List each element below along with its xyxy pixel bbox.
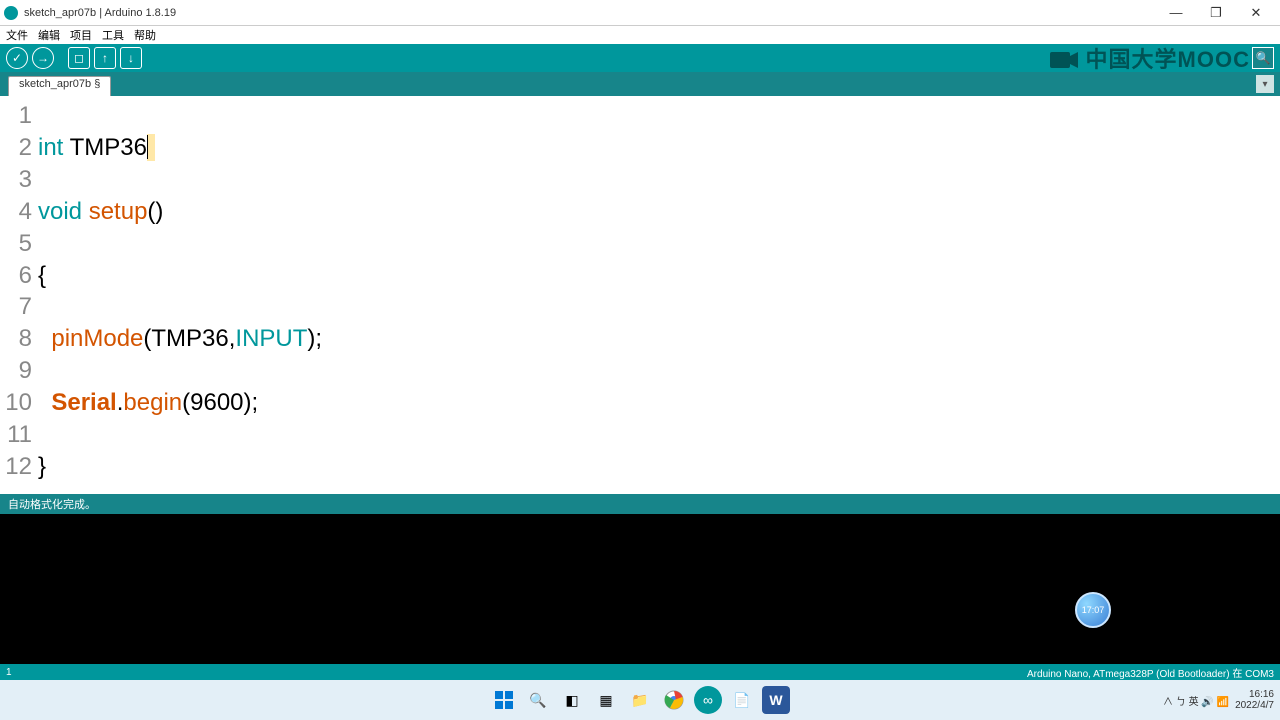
system-tray: ∧ ㄅ 英 🔊 📶 16:16 2022/4/7 (1163, 680, 1274, 720)
open-button[interactable]: ↑ (94, 47, 116, 69)
code-area[interactable]: int TMP36 void setup() { pinMode(TMP36,I… (38, 96, 1280, 494)
menu-sketch[interactable]: 项目 (70, 27, 92, 43)
maximize-button[interactable]: ❐ (1196, 0, 1236, 26)
menu-help[interactable]: 帮助 (134, 27, 156, 43)
chrome-icon[interactable] (660, 686, 688, 714)
arduino-taskbar-icon[interactable]: ∞ (694, 686, 722, 714)
minimize-button[interactable]: — (1156, 0, 1196, 26)
line-gutter: 123 456 789 101112 (0, 96, 38, 494)
search-icon[interactable]: 🔍 (524, 686, 552, 714)
build-status: 自动格式化完成。 (0, 494, 1280, 514)
menu-edit[interactable]: 编辑 (38, 27, 60, 43)
toolbar: ✓ → ◻ ↑ ↓ 🔍 中国大学MOOC (0, 44, 1280, 72)
task-view-icon[interactable]: ◧ (558, 686, 586, 714)
code-editor[interactable]: 123 456 789 101112 int TMP36 void setup(… (0, 96, 1280, 494)
widgets-icon[interactable]: ▦ (592, 686, 620, 714)
notepad-icon[interactable]: 📄 (728, 686, 756, 714)
status-line-number: 1 (6, 667, 12, 678)
status-message: 自动格式化完成。 (8, 499, 96, 511)
taskbar-clock[interactable]: 16:16 2022/4/7 (1235, 689, 1274, 711)
watermark: 中国大学MOOC (1050, 42, 1250, 76)
editor-tab[interactable]: sketch_apr07b § (8, 76, 111, 96)
windows-taskbar: 🔍 ◧ ▦ 📁 ∞ 📄 W ∧ ㄅ 英 🔊 📶 16:16 2022/4/7 (0, 680, 1280, 720)
tab-menu-button[interactable]: ▾ (1256, 75, 1274, 93)
window-title: sketch_apr07b | Arduino 1.8.19 (24, 7, 176, 19)
new-button[interactable]: ◻ (68, 47, 90, 69)
tab-strip: sketch_apr07b § ▾ (0, 72, 1280, 96)
output-console[interactable] (0, 514, 1280, 664)
upload-button[interactable]: → (32, 47, 54, 69)
menu-bar: 文件 编辑 项目 工具 帮助 (0, 26, 1280, 44)
tray-icons[interactable]: ∧ ㄅ 英 🔊 📶 (1163, 693, 1229, 708)
menu-tools[interactable]: 工具 (102, 27, 124, 43)
menu-file[interactable]: 文件 (6, 27, 28, 43)
timer-overlay[interactable]: 17:07 (1075, 592, 1111, 628)
app-icon (4, 6, 18, 20)
board-port-info: Arduino Nano, ATmega328P (Old Bootloader… (1027, 665, 1274, 680)
window-titlebar: sketch_apr07b | Arduino 1.8.19 — ❐ ✕ (0, 0, 1280, 26)
timer-value: 17:07 (1082, 605, 1105, 615)
start-button[interactable] (490, 686, 518, 714)
save-button[interactable]: ↓ (120, 47, 142, 69)
close-button[interactable]: ✕ (1236, 0, 1276, 26)
explorer-icon[interactable]: 📁 (626, 686, 654, 714)
board-status-bar: 1 Arduino Nano, ATmega328P (Old Bootload… (0, 664, 1280, 680)
serial-monitor-button[interactable]: 🔍 (1252, 47, 1274, 69)
word-icon[interactable]: W (762, 686, 790, 714)
verify-button[interactable]: ✓ (6, 47, 28, 69)
